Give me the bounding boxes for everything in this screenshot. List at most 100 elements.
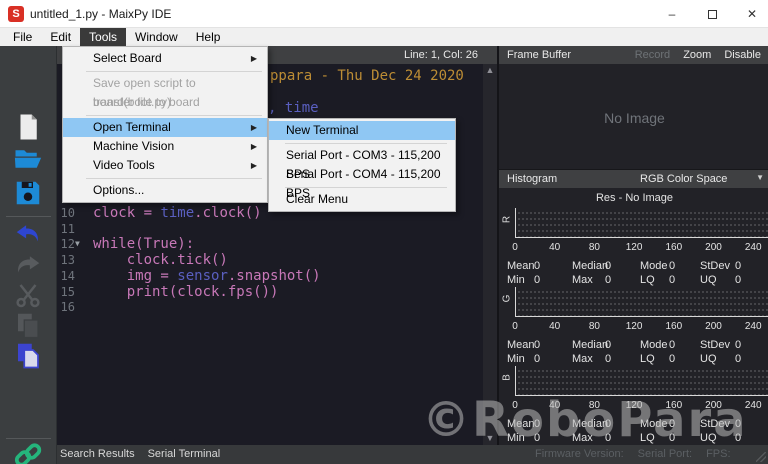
frame-buffer-action-zoom[interactable]: Zoom [683, 49, 711, 61]
axis-tick-label: 200 [705, 242, 722, 253]
save-icon[interactable] [13, 178, 43, 208]
status-tab-serial-terminal[interactable]: Serial Terminal [148, 448, 221, 460]
menu-item-select-board[interactable]: Select Board ▶ [63, 49, 267, 68]
code-line: 14 img = sensor.snapshot() [57, 268, 477, 284]
sidebar-separator [6, 438, 51, 439]
new-file-icon[interactable] [13, 112, 43, 142]
resize-grip[interactable] [756, 452, 766, 462]
copy-icon [13, 310, 43, 340]
status-info-firmware-version: Firmware Version: [535, 448, 624, 460]
axis-tick-label: 0 [512, 242, 518, 253]
histogram-title: Histogram [507, 173, 558, 185]
axis-tick-label: 160 [665, 321, 683, 332]
stat-value: 0 [669, 339, 676, 351]
menubar-item-tools[interactable]: Tools [80, 28, 127, 46]
minimize-button[interactable]: – [652, 0, 692, 28]
channel-plot-area [515, 287, 768, 317]
axis-tick-label: 240 [744, 242, 762, 253]
axis-tick-label: 80 [588, 321, 600, 332]
submenu-item-clear-menu[interactable]: Clear Menu [269, 190, 455, 209]
menu-item-label: Options... [93, 183, 145, 197]
maximize-button[interactable] [692, 0, 732, 28]
submenu-item-serial-port-com3-115-200-bps[interactable]: Serial Port - COM3 - 115,200 BPS [269, 146, 455, 181]
stat-value: 0 [735, 418, 742, 430]
redo-icon [13, 250, 43, 280]
submenu-item-new-terminal[interactable]: New Terminal [269, 121, 455, 140]
stat-value: 0 [735, 432, 742, 444]
menu-item-label: Clear Menu [286, 192, 349, 206]
histogram-header: Histogram RGB Color Space ▼ [499, 170, 768, 188]
menu-item-video-tools[interactable]: Video Tools ▶ [63, 156, 267, 175]
paste-icon[interactable] [13, 340, 43, 370]
scroll-down-icon[interactable]: ▼ [483, 432, 497, 445]
menu-separator [86, 115, 262, 116]
code-text: clock.tick() [93, 252, 228, 269]
submenu-arrow-icon: ▶ [250, 123, 257, 132]
frame-buffer-action-disable[interactable]: Disable [724, 49, 761, 61]
stat-label: Mode [640, 260, 668, 272]
axis-tick-label: 40 [549, 321, 561, 332]
frame-buffer-header: Frame Buffer Record Zoom Disable [499, 46, 768, 64]
stat-label: Min [507, 353, 525, 365]
stat-label: Mean [507, 260, 535, 272]
axis-tick-label: 200 [705, 321, 722, 332]
open-folder-icon[interactable] [13, 144, 43, 174]
close-button[interactable]: ✕ [732, 0, 768, 28]
connect-link-icon[interactable] [13, 440, 43, 464]
line-number: 15 [60, 284, 75, 299]
app-logo-icon: S [8, 6, 24, 22]
stat-label: Min [507, 432, 525, 444]
submenu-item-serial-port-com4-115-200-bps[interactable]: Serial Port - COM4 - 115,200 BPS [269, 165, 455, 200]
stat-label: LQ [640, 353, 655, 365]
channel-x-axis: 0 40 80 120 160 200 240 [512, 400, 768, 412]
stat-label: Median [572, 260, 609, 272]
stat-label: Median [572, 339, 609, 351]
menubar-item-file[interactable]: File [4, 28, 41, 46]
menu-item-machine-vision[interactable]: Machine Vision ▶ [63, 137, 267, 156]
scroll-up-icon[interactable]: ▲ [483, 64, 497, 77]
stat-label: Max [572, 432, 593, 444]
code-text: img = sensor.snapshot() [93, 267, 321, 284]
stat-label: UQ [700, 353, 717, 365]
code-fragment: , time [268, 100, 319, 116]
cut-icon [13, 280, 43, 310]
fold-arrow-icon[interactable]: ▼ [75, 239, 80, 248]
channel-stats-row: Mean 0 Median 0 Mode 0 StDev 0 [507, 260, 767, 273]
channel-stats-row: Min 0 Max 0 LQ 0 UQ 0 [507, 432, 767, 445]
histogram-channel-b: B 0 40 80 120 160 200 240 Mean 0 Median 0 Mode 0 StDev… [499, 366, 768, 444]
menu-item-open-terminal[interactable]: Open Terminal ▶ [63, 118, 267, 137]
menu-item-options[interactable]: Options... [63, 181, 267, 200]
status-info-fps: FPS: [706, 448, 731, 460]
axis-tick-label: 80 [588, 400, 600, 411]
color-space-select[interactable]: RGB Color Space [640, 173, 727, 185]
histogram-channel-r: R 0 40 80 120 160 200 240 Mean 0 Median 0 Mode 0 StDev… [499, 208, 768, 286]
stat-value: 0 [605, 260, 612, 272]
menubar-item-window[interactable]: Window [126, 28, 187, 46]
frame-buffer-view: No Image [499, 64, 768, 170]
channel-stats-row: Min 0 Max 0 LQ 0 UQ 0 [507, 353, 767, 366]
channel-stats-row: Min 0 Max 0 LQ 0 UQ 0 [507, 274, 767, 287]
menu-item-label: Open Terminal [93, 120, 171, 134]
menubar-item-help[interactable]: Help [187, 28, 230, 46]
axis-tick-label: 200 [705, 400, 722, 411]
stat-value: 0 [605, 418, 612, 430]
menu-separator [86, 71, 262, 72]
stat-value: 0 [534, 339, 541, 351]
stat-label: Mode [640, 339, 668, 351]
axis-tick-label: 40 [549, 242, 561, 253]
line-number: 13 [60, 253, 75, 268]
channel-stats-row: Mean 0 Median 0 Mode 0 StDev 0 [507, 339, 767, 352]
channel-stats-row: Mean 0 Median 0 Mode 0 StDev 0 [507, 418, 767, 431]
editor-scrollbar[interactable]: ▲ ▼ [483, 64, 497, 445]
menubar-item-edit[interactable]: Edit [41, 28, 80, 46]
undo-icon[interactable] [13, 219, 43, 249]
line-number: 10 [60, 206, 75, 220]
stat-label: UQ [700, 274, 717, 286]
stat-value: 0 [735, 274, 742, 286]
stat-label: LQ [640, 432, 655, 444]
stat-label: Median [572, 418, 609, 430]
chevron-down-icon[interactable]: ▼ [756, 173, 764, 182]
menu-separator [86, 178, 262, 179]
stat-label: Mean [507, 339, 535, 351]
status-tab-search-results[interactable]: Search Results [60, 448, 135, 460]
